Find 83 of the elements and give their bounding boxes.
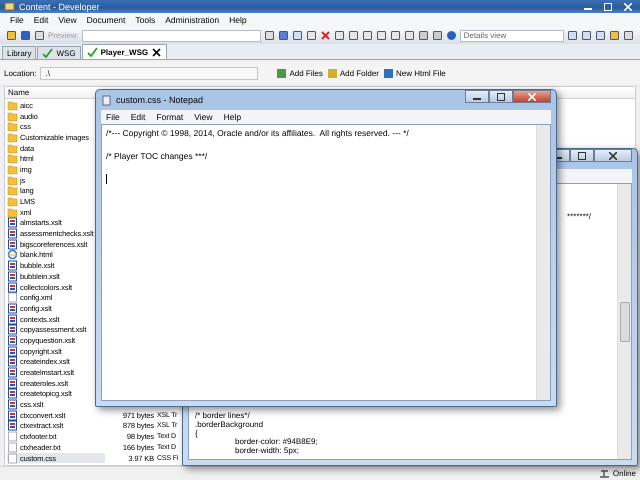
file-icon [7, 356, 18, 368]
view-dropdown[interactable]: Details view [460, 30, 564, 42]
folder-icon [7, 185, 18, 196]
folder-icon [7, 174, 18, 186]
code-line: .borderBackground [195, 420, 264, 430]
document-icon [7, 431, 18, 442]
folder-icon [7, 164, 18, 175]
file-icon [7, 388, 18, 400]
text-cursor [106, 174, 107, 184]
location-label: Location: [4, 68, 36, 78]
folder-icon [7, 206, 18, 218]
menu-item[interactable]: Edit [34, 15, 48, 25]
file-icon [7, 324, 18, 336]
menu-item[interactable]: Help [224, 112, 242, 122]
globe-icon [7, 249, 18, 260]
document-icon [7, 292, 18, 304]
toolbar-icon[interactable] [390, 30, 401, 41]
close-icon[interactable] [151, 46, 162, 58]
menu-item[interactable]: Document [86, 15, 126, 25]
maximize-icon[interactable] [578, 152, 586, 160]
folder-icon [7, 121, 18, 132]
action-button[interactable]: Add Files [276, 68, 323, 78]
app-icon [4, 1, 15, 12]
action-button[interactable]: New Html File [382, 68, 446, 78]
menu-item[interactable]: Help [229, 15, 247, 25]
text-line: /*--- Copyright © 1998, 2014, Oracle and/or its affiliates. All rights reserved. --- */ [106, 128, 409, 138]
folder-icon [7, 132, 18, 143]
file-icon [7, 228, 18, 240]
tab[interactable]: WSG [37, 46, 81, 59]
file-icon [7, 302, 18, 314]
status-text: Online [612, 469, 636, 478]
folder-icon [7, 196, 18, 208]
menu-item[interactable]: View [194, 112, 213, 122]
menu-item[interactable]: File [10, 15, 24, 25]
location-field[interactable]: .\ [40, 66, 258, 80]
folder-icon [7, 100, 18, 111]
close-icon[interactable] [609, 152, 617, 160]
file-icon [7, 346, 18, 357]
delete-icon[interactable] [320, 30, 331, 41]
file-icon [7, 314, 18, 325]
code-line: { [195, 430, 198, 438]
folder-icon [7, 142, 18, 154]
file-icon [7, 367, 18, 378]
menu-item[interactable]: Format [156, 112, 184, 122]
file-icon [7, 334, 18, 346]
tab[interactable]: Library [2, 46, 36, 59]
tab[interactable]: Player_WSG [82, 44, 168, 59]
file-icon [7, 217, 18, 228]
toolbar-icon[interactable] [264, 30, 275, 41]
file-icon [7, 410, 18, 421]
file-icon [7, 378, 18, 389]
code-line: /* border lines*/ [195, 412, 250, 421]
document-icon [7, 442, 18, 453]
maximize-icon[interactable] [497, 92, 505, 100]
code-line: *******/ [567, 213, 592, 222]
column-header[interactable]: Name [5, 88, 30, 97]
file-icon [7, 420, 18, 432]
code-line: border-color: #94B8E9; [234, 438, 318, 447]
preview-label: Preview: [48, 31, 79, 40]
file-icon [7, 399, 18, 410]
menu-item[interactable]: File [106, 112, 120, 122]
file-icon [7, 270, 18, 282]
toolbar-icon[interactable] [334, 30, 345, 41]
menu-item[interactable]: View [58, 15, 77, 25]
text-line: /* Player TOC changes ***/ [106, 151, 208, 161]
action-button[interactable]: Add Folder [326, 68, 379, 78]
notepad-title: custom.css - Notepad [116, 95, 204, 105]
window-title: Content - Developer [19, 2, 100, 12]
close-button[interactable] [513, 90, 551, 103]
toolbar-icon[interactable] [348, 30, 359, 41]
file-icon [7, 238, 18, 250]
code-line: border-width: 5px; [234, 447, 300, 456]
notepad-icon [101, 94, 112, 106]
menu-item[interactable]: Edit [130, 112, 146, 122]
file-icon [7, 260, 18, 272]
file-icon [7, 282, 18, 293]
scrollbar[interactable] [617, 184, 631, 459]
scrollbar[interactable] [536, 125, 550, 400]
menu-item[interactable]: Administration [165, 15, 220, 25]
toolbar-icon[interactable] [404, 30, 415, 41]
menu-item[interactable]: Tools [135, 15, 156, 25]
folder-icon [7, 110, 18, 122]
folder-icon [7, 153, 18, 164]
